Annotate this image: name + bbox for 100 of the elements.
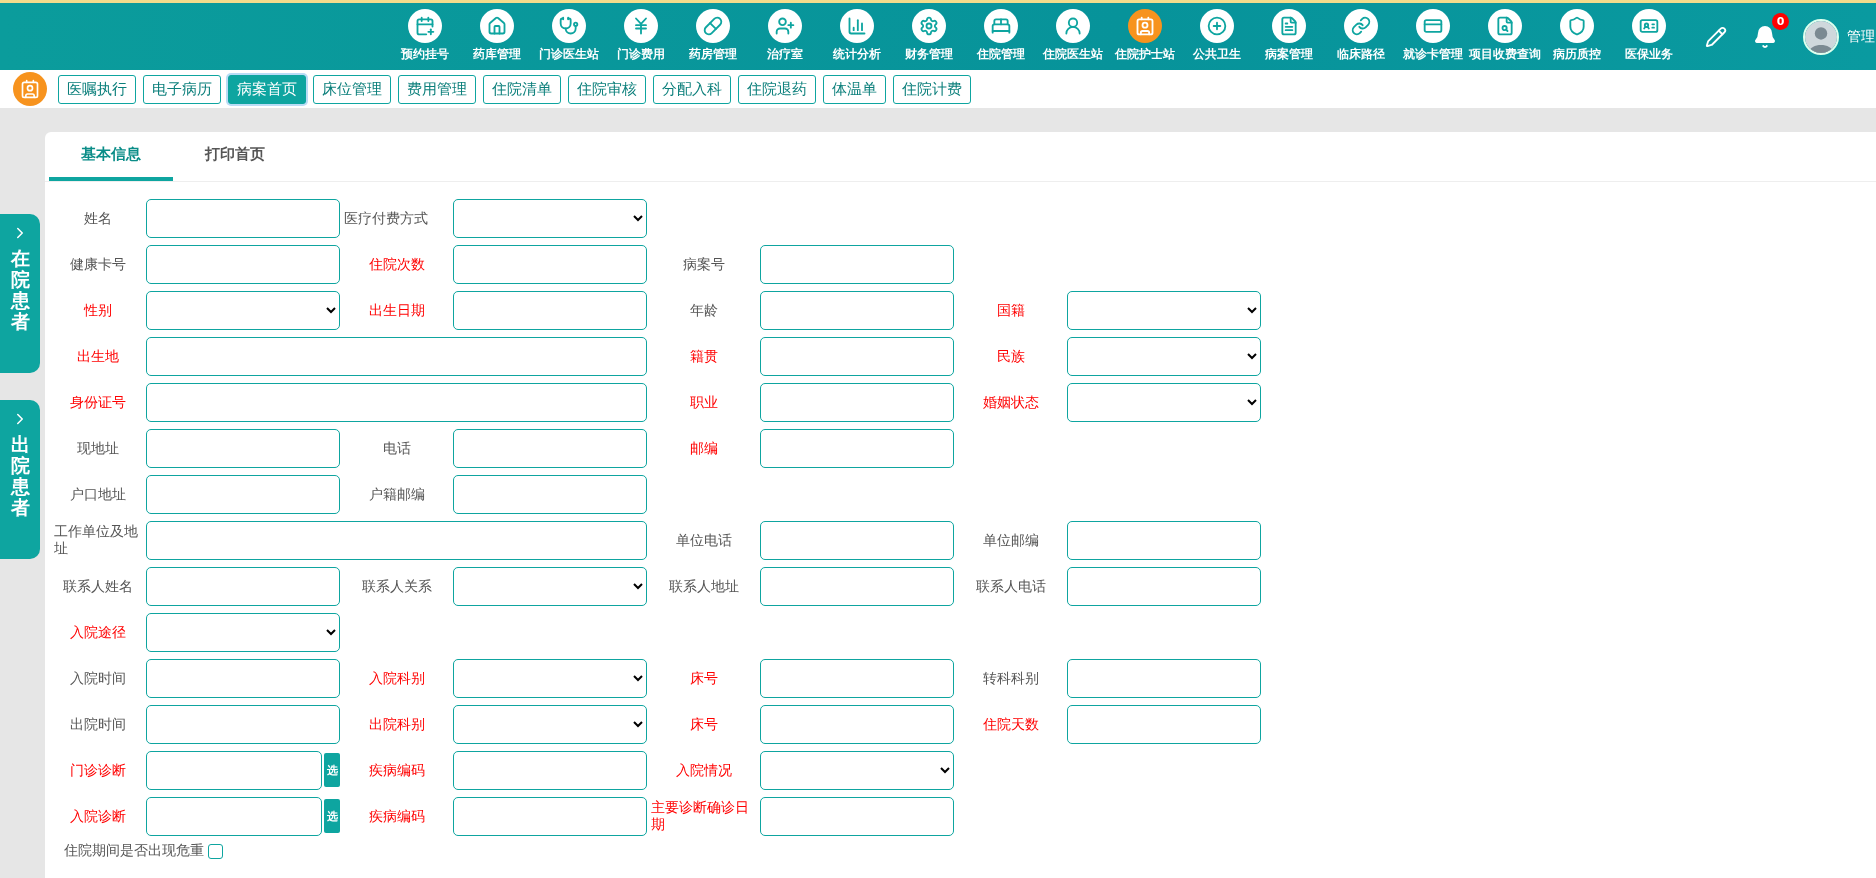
field-label: 疾病编码 <box>367 807 426 825</box>
input-field[interactable] <box>760 658 954 698</box>
input-field[interactable] <box>146 474 340 514</box>
input-field[interactable] <box>760 382 954 422</box>
select-field[interactable] <box>146 290 340 330</box>
select-field[interactable] <box>453 198 647 238</box>
select-field[interactable] <box>453 658 647 698</box>
field-label: 出生日期 <box>367 301 426 319</box>
nav-item[interactable]: 预约挂号 <box>389 3 461 70</box>
input-field[interactable] <box>453 290 647 330</box>
field-label: 性别 <box>82 301 113 319</box>
input-field[interactable] <box>146 198 340 238</box>
nav-item[interactable]: 项目收费查询 <box>1469 3 1541 70</box>
nav-item[interactable]: 临床路径 <box>1325 3 1397 70</box>
input-field[interactable] <box>146 566 340 606</box>
pencil-icon[interactable] <box>1705 25 1727 48</box>
nav-item[interactable]: 住院管理 <box>965 3 1037 70</box>
nav-button[interactable]: 床位管理 <box>313 74 391 104</box>
field-label: 住院次数 <box>367 255 426 273</box>
nav-button[interactable]: 电子病历 <box>143 74 221 104</box>
input-field[interactable] <box>760 566 954 606</box>
input-field[interactable] <box>760 290 954 330</box>
input-field[interactable] <box>453 244 647 284</box>
input-field[interactable] <box>1067 658 1261 698</box>
select-field[interactable] <box>1067 382 1261 422</box>
input-field[interactable] <box>453 796 647 836</box>
input-field[interactable] <box>146 796 322 836</box>
pick-button[interactable]: 选 <box>324 799 340 833</box>
input-field[interactable] <box>146 704 340 744</box>
nav-item[interactable]: 病历质控 <box>1541 3 1613 70</box>
select-field[interactable] <box>760 750 954 790</box>
nav-item[interactable]: 统计分析 <box>821 3 893 70</box>
input-field[interactable] <box>1067 520 1261 560</box>
link-icon <box>1344 9 1378 43</box>
nav-item[interactable]: 治疗室 <box>749 3 821 70</box>
input-field[interactable] <box>146 244 340 284</box>
nav-button[interactable]: 分配入科 <box>653 74 731 104</box>
checkbox-label: 住院期间是否出现危重 <box>64 842 204 860</box>
nav-button[interactable]: 住院审核 <box>568 74 646 104</box>
nav-item[interactable]: 门诊费用 <box>605 3 677 70</box>
nav-item[interactable]: 住院医生站 <box>1037 3 1109 70</box>
nav-button[interactable]: 体温单 <box>823 74 886 104</box>
input-field[interactable] <box>146 428 340 468</box>
field-label: 户口地址 <box>69 485 127 503</box>
user-name[interactable]: 管理 <box>1847 27 1875 46</box>
nav-button[interactable]: 费用管理 <box>398 74 476 104</box>
nav-button[interactable]: 住院退药 <box>738 74 816 104</box>
input-field[interactable] <box>760 796 954 836</box>
side-tab[interactable]: 在院患者 <box>0 214 40 373</box>
nav-item[interactable]: 公共卫生 <box>1181 3 1253 70</box>
select-field[interactable] <box>1067 290 1261 330</box>
input-field[interactable] <box>146 658 340 698</box>
field-label: 职业 <box>688 393 719 411</box>
field-label: 现地址 <box>76 439 120 457</box>
select-field[interactable] <box>453 704 647 744</box>
field-label: 籍贯 <box>688 347 719 365</box>
input-field[interactable] <box>760 244 954 284</box>
nav-item[interactable]: 药房管理 <box>677 3 749 70</box>
input-field[interactable] <box>1067 566 1261 606</box>
nav-button[interactable]: 住院计费 <box>893 74 971 104</box>
select-field[interactable] <box>146 612 340 652</box>
field-label: 主要诊断确诊日期 <box>650 799 750 833</box>
checkbox[interactable] <box>208 843 223 859</box>
input-field[interactable] <box>146 520 647 560</box>
input-field[interactable] <box>146 382 647 422</box>
tab[interactable]: 基本信息 <box>49 132 173 181</box>
tab[interactable]: 打印首页 <box>173 132 297 181</box>
field-label: 民族 <box>995 347 1026 365</box>
nav-item[interactable]: 病案管理 <box>1253 3 1325 70</box>
select-field[interactable] <box>1067 336 1261 376</box>
nav-item[interactable]: 医保业务 <box>1613 3 1685 70</box>
side-tab[interactable]: 出院患者 <box>0 400 40 559</box>
field-label: 病案号 <box>681 255 726 273</box>
field-label: 入院科别 <box>367 669 426 687</box>
avatar[interactable] <box>1803 18 1839 55</box>
input-field[interactable] <box>453 474 647 514</box>
field-label: 姓名 <box>83 209 113 227</box>
bell-icon[interactable] <box>1753 24 1777 49</box>
nav-item[interactable]: 财务管理 <box>893 3 965 70</box>
nav-item[interactable]: 就诊卡管理 <box>1397 3 1469 70</box>
input-field[interactable] <box>453 750 647 790</box>
input-field[interactable] <box>760 428 954 468</box>
input-field[interactable] <box>146 336 647 376</box>
field-label: 床号 <box>688 669 719 687</box>
select-field[interactable] <box>453 566 647 606</box>
nav-button[interactable]: 住院清单 <box>483 74 561 104</box>
nav-item[interactable]: 药库管理 <box>461 3 533 70</box>
input-field[interactable] <box>453 428 647 468</box>
pick-button[interactable]: 选 <box>324 753 340 787</box>
input-field[interactable] <box>146 750 322 790</box>
nav-item[interactable]: 住院护士站 <box>1109 3 1181 70</box>
input-field[interactable] <box>760 336 954 376</box>
nav-button[interactable]: 医嘱执行 <box>58 74 136 104</box>
nav-button[interactable]: 病案首页 <box>228 74 306 104</box>
input-field[interactable] <box>1067 704 1261 744</box>
nav-item[interactable]: 门诊医生站 <box>533 3 605 70</box>
input-field[interactable] <box>760 704 954 744</box>
input-field[interactable] <box>760 520 954 560</box>
field-label: 电话 <box>381 439 412 457</box>
field-label: 医疗付费方式 <box>343 209 429 227</box>
